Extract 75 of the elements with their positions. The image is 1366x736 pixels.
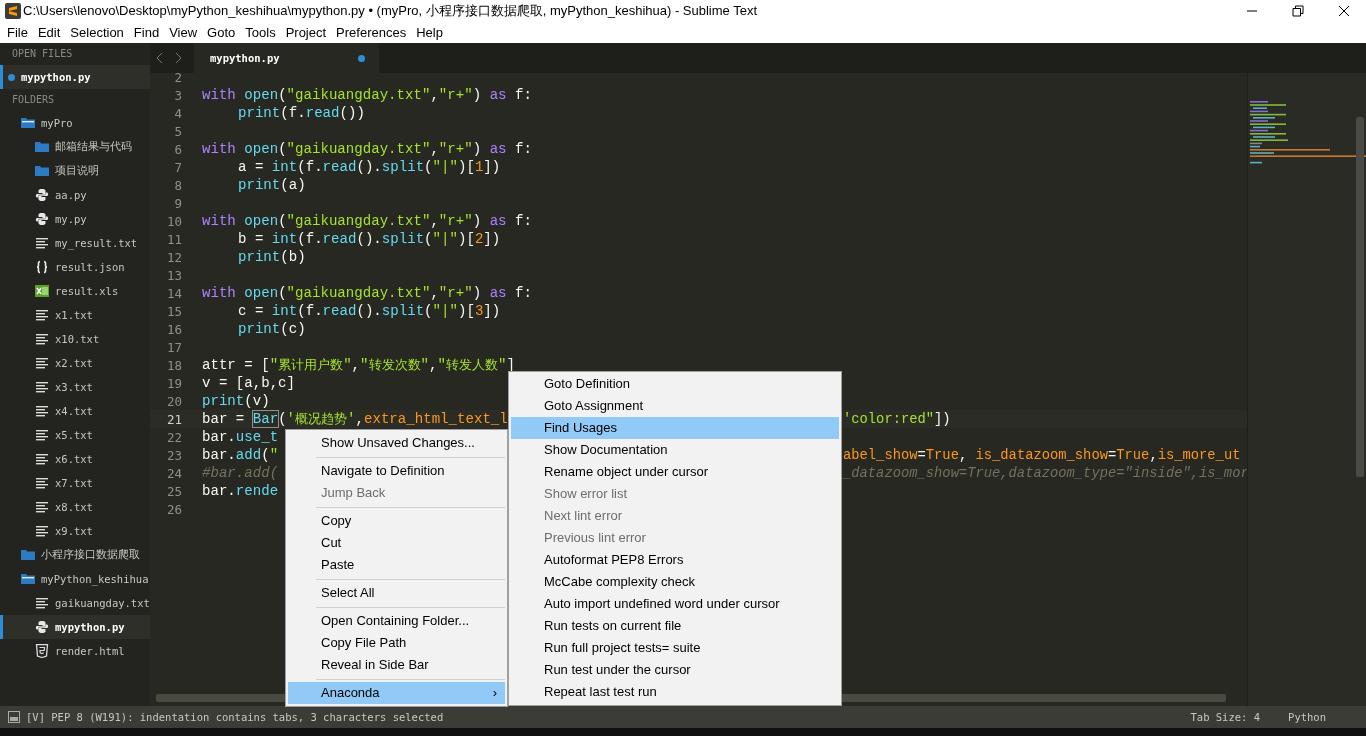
line-number: 14: [165, 285, 182, 301]
line-number: 6: [173, 141, 182, 157]
code-line: a = int(f.read().split("|")[1]): [238, 159, 501, 175]
file-name: 小程序接口数据爬取: [41, 548, 140, 562]
line-number: 22: [165, 429, 182, 445]
file-name: render.html: [55, 645, 125, 657]
file-name: gaikuangday.txt: [55, 597, 150, 609]
file-name: my.py: [55, 213, 87, 225]
code-line: 'color:red"]): [843, 411, 951, 427]
line-number: 8: [173, 177, 182, 193]
line-number: 13: [165, 267, 182, 283]
line-number: 10: [165, 213, 182, 229]
code-line: bar = Bar('概况趋势',extra_html_text_l: [202, 410, 508, 428]
code-line: c = int(f.read().split("|")[3]): [238, 303, 501, 319]
line-number: 2: [173, 69, 182, 85]
line-number: 3: [173, 87, 182, 103]
line-number: 18: [165, 357, 182, 373]
line-number: 16: [165, 321, 182, 337]
line-number: 15: [165, 303, 182, 319]
file-name: x5.txt: [55, 429, 93, 441]
file-name: mypython.py: [21, 71, 91, 83]
line-number: 26: [165, 501, 182, 517]
file-name: x6.txt: [55, 453, 93, 465]
file-name: x2.txt: [55, 357, 93, 369]
code-line: abel_show=True, is_datazoom_show=True,is_more_ut: [843, 447, 1241, 463]
code-line: with open("gaikuangday.txt","r+") as f:: [202, 285, 532, 301]
file-name: x4.txt: [55, 405, 93, 417]
line-number: 12: [165, 249, 182, 265]
file-name: x10.txt: [55, 333, 100, 345]
file-name: mypython.py: [55, 621, 125, 633]
code-line: b = int(f.read().split("|")[2]): [238, 231, 501, 247]
code-line: with open("gaikuangday.txt","r+") as f:: [202, 213, 532, 229]
file-name: x8.txt: [55, 501, 93, 513]
file-name: myPro: [41, 117, 73, 129]
file-name: 邮箱结果与代码: [55, 140, 132, 154]
section-heading: FOLDERS: [11, 93, 56, 107]
status-message: [V] PEP 8 (W191): indentation contains tabs, 3 characters selected: [26, 711, 445, 723]
line-number: 11: [165, 231, 182, 247]
line-number: 4: [173, 105, 182, 121]
line-number: 5: [173, 123, 182, 139]
file-name: 项目说明: [55, 164, 99, 178]
code-line: print(v): [202, 393, 270, 409]
code-line: print(b): [238, 249, 306, 265]
code-line: #bar.add(: [202, 465, 279, 481]
line-number: 7: [173, 159, 182, 175]
line-number: 20: [165, 393, 182, 409]
code-line: bar.rende: [202, 483, 279, 499]
line-number: 9: [173, 195, 182, 211]
file-name: x1.txt: [55, 309, 93, 321]
file-name: result.xls: [55, 285, 119, 297]
line-number: 21: [165, 411, 182, 427]
section-heading: OPEN FILES: [11, 47, 74, 61]
file-name: aa.py: [55, 189, 87, 201]
code-line: bar.use_t: [202, 429, 279, 445]
file-name: x7.txt: [55, 477, 93, 489]
line-number: 24: [165, 465, 182, 481]
file-name: result.json: [55, 261, 125, 273]
line-number: 17: [165, 339, 182, 355]
file-name: x9.txt: [55, 525, 93, 537]
file-name: my_result.txt: [55, 237, 138, 249]
code-line: bar.add(": [202, 447, 279, 463]
submenu-arrow: ›: [492, 684, 498, 702]
code-line: with open("gaikuangday.txt","r+") as f:: [202, 87, 532, 103]
tab-label: mypython.py: [210, 52, 280, 64]
line-number: 25: [165, 483, 182, 499]
code-line: print(f.read()): [238, 105, 365, 121]
code-line: with open("gaikuangday.txt","r+") as f:: [202, 141, 532, 157]
window-title: C:\Users\lenovo\Desktop\myPython_keshihua\mypython.py • (myPro, 小程序接口数据爬取, myPython_keshihua) - Sublime Text: [23, 2, 759, 20]
code-line: print(a): [238, 177, 306, 193]
line-number: 23: [165, 447, 182, 463]
code-line: print(c): [238, 321, 306, 337]
code-line: v = [a,b,c]: [202, 375, 296, 391]
file-name: myPython_keshihua: [41, 573, 149, 585]
file-name: x3.txt: [55, 381, 93, 393]
line-number: 19: [165, 375, 182, 391]
